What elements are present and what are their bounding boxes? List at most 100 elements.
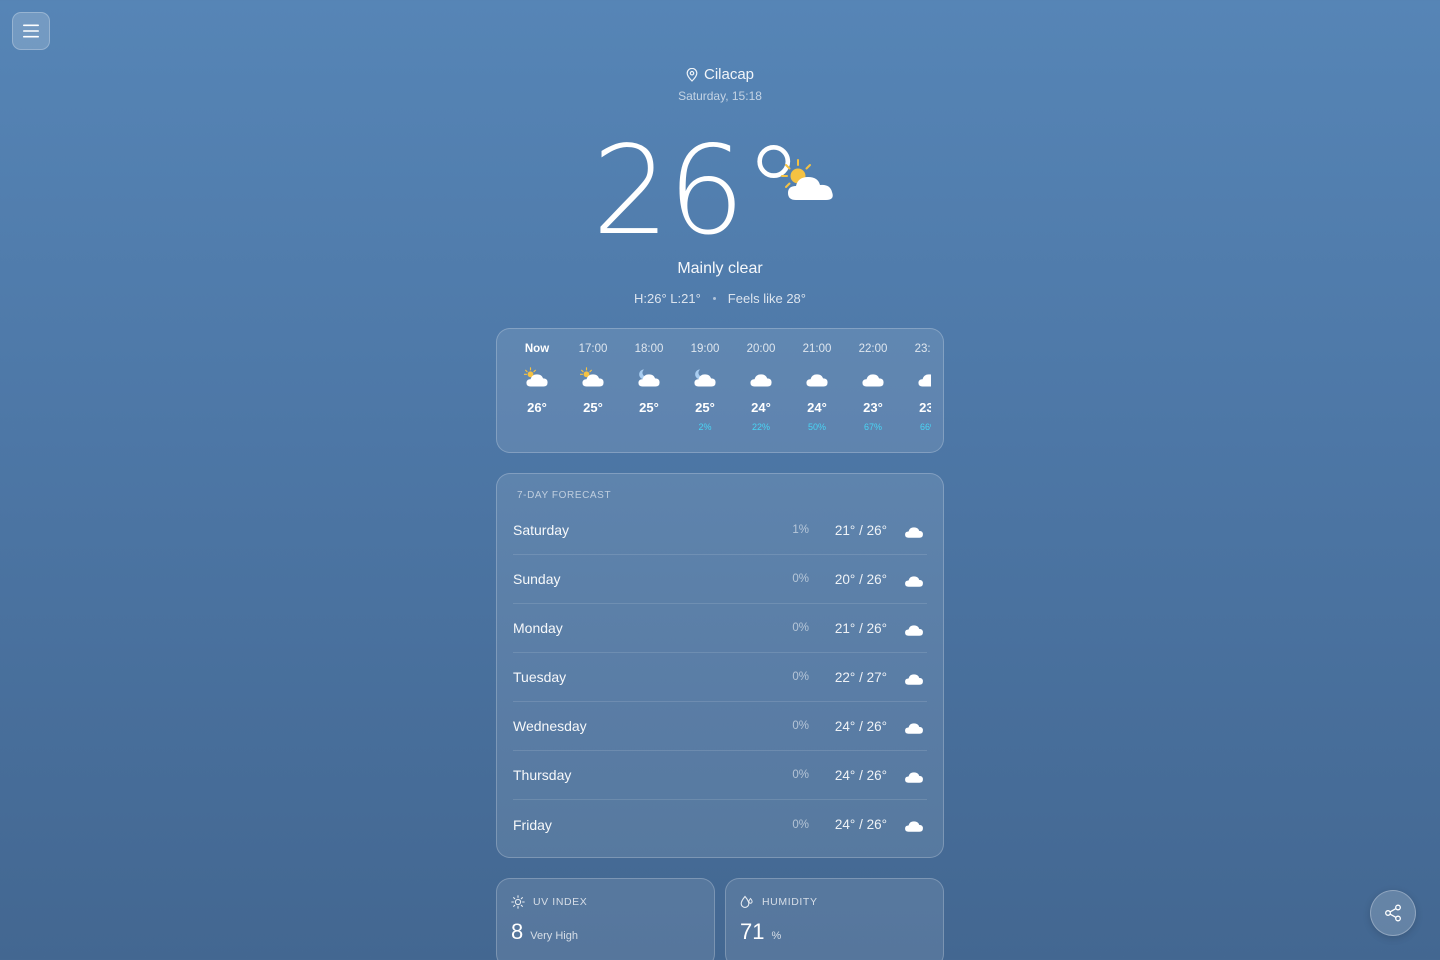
hour-temp: 26° xyxy=(527,400,547,415)
hourly-item: 17:00 25° xyxy=(567,343,619,434)
location-row[interactable]: Cilacap xyxy=(0,66,1440,83)
hilo-row: H:26° L:21° Feels like 28° xyxy=(0,291,1440,306)
current-temperature: 26° xyxy=(592,120,804,262)
separator-dot xyxy=(712,297,716,300)
hourly-item: 19:00 25° 2% xyxy=(679,343,731,434)
hour-time: 21:00 xyxy=(802,343,832,355)
droplet-icon xyxy=(740,895,753,908)
hourly-forecast[interactable]: Now 26° 17:00 25° 18:00 25° 19:00 25° 2% 20:00 24°… xyxy=(496,328,944,453)
hour-precip-chance: 22% xyxy=(751,422,770,432)
hour-time: Now xyxy=(524,343,550,355)
hour-precip-chance xyxy=(567,422,619,434)
map-pin-icon xyxy=(686,67,698,82)
hour-time: 19:00 xyxy=(690,343,720,355)
cloud-icon xyxy=(901,570,927,589)
hourly-item: 18:00 25° xyxy=(623,343,675,434)
sun-cloud-icon xyxy=(567,363,619,393)
weekly-forecast: 7-DAY FORECAST Saturday 1% 21° / 26° Sunday… xyxy=(496,473,944,858)
day-precip-chance: 0% xyxy=(792,622,809,634)
hourly-track[interactable]: Now 26° 17:00 25° 18:00 25° 19:00 25° 2% 20:00 24°… xyxy=(511,343,931,443)
hour-temp: 25° xyxy=(695,400,715,415)
cloud-icon xyxy=(901,766,927,785)
hour-temp: 23° xyxy=(919,400,931,415)
current-datetime: Saturday, 15:18 xyxy=(678,89,762,103)
moon-cloud-icon xyxy=(623,363,675,393)
feels-like: Feels like 28° xyxy=(727,291,806,306)
day-temp-range: 24° / 26° xyxy=(834,718,887,734)
sun-icon xyxy=(511,895,525,909)
uv-index-card[interactable]: UV INDEX 8 Very High xyxy=(496,878,715,960)
uv-value: 8 xyxy=(511,919,524,944)
menu-button[interactable] xyxy=(12,12,50,50)
cloud-icon xyxy=(901,668,927,687)
day-temp-range: 22° / 27° xyxy=(834,669,887,685)
hourly-item: 22:00 23° 67% xyxy=(847,343,899,434)
sun-cloud-icon xyxy=(511,363,563,393)
cloud-icon xyxy=(901,717,927,736)
hour-temp: 25° xyxy=(583,400,603,415)
hour-time: 20:00 xyxy=(746,343,776,355)
humidity-value: 71 xyxy=(740,919,765,944)
current-weather: 26° xyxy=(0,120,1440,262)
day-temp-range: 21° / 26° xyxy=(834,620,887,636)
hour-temp: 24° xyxy=(807,400,827,415)
cloud-icon xyxy=(901,521,927,540)
hour-precip-chance xyxy=(623,422,675,434)
hour-precip-chance: 2% xyxy=(698,422,712,432)
moon-cloud-icon xyxy=(679,363,731,393)
hour-time: 18:00 xyxy=(634,343,664,355)
hourly-item: Now 26° xyxy=(511,343,563,434)
hour-temp: 25° xyxy=(639,400,659,415)
day-name: Monday xyxy=(513,620,563,636)
day-row[interactable]: Tuesday 0% 22° / 27° xyxy=(513,653,927,702)
weekly-title: 7-DAY FORECAST xyxy=(517,490,612,501)
hourly-item: 23:00 23° 66% xyxy=(903,343,931,434)
day-row[interactable]: Saturday 1% 21° / 26° xyxy=(513,506,927,555)
day-temp-range: 21° / 26° xyxy=(834,522,887,538)
location-header: Cilacap Saturday, 15:18 xyxy=(0,66,1440,103)
cloud-icon xyxy=(901,815,927,834)
hour-precip-chance xyxy=(511,422,563,434)
day-row[interactable]: Friday 0% 24° / 26° xyxy=(513,800,927,849)
uv-header: UV INDEX xyxy=(511,895,587,909)
share-icon xyxy=(1385,904,1401,922)
day-precip-chance: 0% xyxy=(792,720,809,732)
day-row[interactable]: Wednesday 0% 24° / 26° xyxy=(513,702,927,751)
humidity-header: HUMIDITY xyxy=(740,895,818,909)
hour-precip-chance: 66% xyxy=(919,422,931,432)
humidity-card[interactable]: HUMIDITY 71 % xyxy=(725,878,944,960)
day-row[interactable]: Sunday 0% 20° / 26° xyxy=(513,555,927,604)
day-temp-range: 24° / 26° xyxy=(834,767,887,783)
cloud-icon xyxy=(903,363,931,393)
cloud-icon xyxy=(735,363,787,393)
hourly-item: 20:00 24° 22% xyxy=(735,343,787,434)
hour-time: 22:00 xyxy=(858,343,888,355)
humidity-unit: % xyxy=(771,930,782,942)
hour-time: 23:00 xyxy=(914,343,931,355)
condition-text: Mainly clear xyxy=(677,260,763,277)
day-precip-chance: 0% xyxy=(792,573,809,585)
day-name: Thursday xyxy=(513,767,572,783)
day-name: Sunday xyxy=(513,571,561,587)
day-precip-chance: 0% xyxy=(792,769,809,781)
day-precip-chance: 0% xyxy=(792,818,809,831)
day-precip-chance: 1% xyxy=(792,524,809,536)
hour-temp: 24° xyxy=(751,400,771,415)
day-row[interactable]: Monday 0% 21° / 26° xyxy=(513,604,927,653)
cloud-icon xyxy=(901,619,927,638)
day-precip-chance: 0% xyxy=(792,671,809,683)
day-name: Saturday xyxy=(513,522,570,538)
day-row[interactable]: Thursday 0% 24° / 26° xyxy=(513,751,927,800)
share-button[interactable] xyxy=(1370,890,1416,936)
day-temp-range: 20° / 26° xyxy=(834,571,887,587)
high-low: H:26° L:21° xyxy=(634,291,701,306)
hour-temp: 23° xyxy=(863,400,883,415)
hamburger-icon xyxy=(23,24,39,38)
uv-label: UV INDEX xyxy=(533,896,588,908)
cloud-icon xyxy=(847,363,899,393)
sun-cloud-icon xyxy=(780,158,840,209)
day-name: Friday xyxy=(513,816,552,833)
cloud-icon xyxy=(791,363,843,393)
uv-description: Very High xyxy=(530,930,578,942)
humidity-value-row: 71 % xyxy=(740,919,781,945)
